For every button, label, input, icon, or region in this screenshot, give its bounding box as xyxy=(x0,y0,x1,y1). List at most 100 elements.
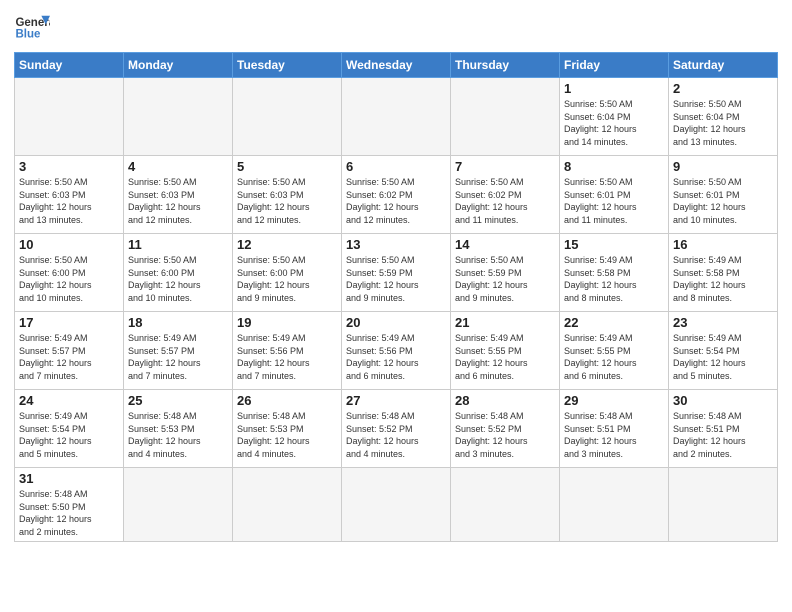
day-number: 13 xyxy=(346,237,446,252)
day-number: 24 xyxy=(19,393,119,408)
day-number: 25 xyxy=(128,393,228,408)
calendar-cell: 23 Sunrise: 5:49 AM Sunset: 5:54 PM Dayli… xyxy=(669,312,778,390)
day-info: Sunrise: 5:49 AM Sunset: 5:54 PM Dayligh… xyxy=(673,332,773,382)
calendar-cell xyxy=(451,78,560,156)
day-number: 9 xyxy=(673,159,773,174)
calendar-cell xyxy=(15,78,124,156)
generalblue-icon: General Blue xyxy=(14,10,50,46)
day-info: Sunrise: 5:50 AM Sunset: 6:01 PM Dayligh… xyxy=(673,176,773,226)
day-number: 16 xyxy=(673,237,773,252)
day-number: 15 xyxy=(564,237,664,252)
day-info: Sunrise: 5:49 AM Sunset: 5:55 PM Dayligh… xyxy=(564,332,664,382)
day-info: Sunrise: 5:50 AM Sunset: 6:03 PM Dayligh… xyxy=(237,176,337,226)
weekday-header-wednesday: Wednesday xyxy=(342,53,451,78)
calendar-cell xyxy=(233,78,342,156)
logo: General Blue xyxy=(14,10,50,46)
day-number: 23 xyxy=(673,315,773,330)
weekday-header-tuesday: Tuesday xyxy=(233,53,342,78)
calendar-week-row: 24 Sunrise: 5:49 AM Sunset: 5:54 PM Dayli… xyxy=(15,390,778,468)
day-number: 27 xyxy=(346,393,446,408)
calendar-cell xyxy=(560,468,669,542)
day-info: Sunrise: 5:48 AM Sunset: 5:53 PM Dayligh… xyxy=(128,410,228,460)
day-number: 14 xyxy=(455,237,555,252)
day-info: Sunrise: 5:50 AM Sunset: 5:59 PM Dayligh… xyxy=(455,254,555,304)
day-info: Sunrise: 5:48 AM Sunset: 5:52 PM Dayligh… xyxy=(346,410,446,460)
calendar-cell: 17Sunrise: 5:49 AM Sunset: 5:57 PM Dayli… xyxy=(15,312,124,390)
day-number: 19 xyxy=(237,315,337,330)
calendar-cell xyxy=(124,468,233,542)
weekday-header-row: SundayMondayTuesdayWednesdayThursdayFrid… xyxy=(15,53,778,78)
calendar-table: SundayMondayTuesdayWednesdayThursdayFrid… xyxy=(14,52,778,542)
calendar-week-row: 1 Sunrise: 5:50 AM Sunset: 6:04 PM Daylig… xyxy=(15,78,778,156)
day-number: 8 xyxy=(564,159,664,174)
calendar-cell xyxy=(342,78,451,156)
day-info: Sunrise: 5:48 AM Sunset: 5:52 PM Dayligh… xyxy=(455,410,555,460)
calendar-cell: 7Sunrise: 5:50 AM Sunset: 6:02 PM Daylig… xyxy=(451,156,560,234)
page: General Blue SundayMondayTuesdayWednesda… xyxy=(0,0,792,612)
calendar-cell: 8Sunrise: 5:50 AM Sunset: 6:01 PM Daylig… xyxy=(560,156,669,234)
day-info: Sunrise: 5:50 AM Sunset: 6:02 PM Dayligh… xyxy=(346,176,446,226)
day-info: Sunrise: 5:49 AM Sunset: 5:56 PM Dayligh… xyxy=(346,332,446,382)
day-info: Sunrise: 5:50 AM Sunset: 6:00 PM Dayligh… xyxy=(237,254,337,304)
day-info: Sunrise: 5:50 AM Sunset: 6:03 PM Dayligh… xyxy=(128,176,228,226)
calendar-cell: 28 Sunrise: 5:48 AM Sunset: 5:52 PM Dayli… xyxy=(451,390,560,468)
calendar-cell xyxy=(342,468,451,542)
calendar-cell: 2Sunrise: 5:50 AM Sunset: 6:04 PM Daylig… xyxy=(669,78,778,156)
day-number: 21 xyxy=(455,315,555,330)
day-number: 26 xyxy=(237,393,337,408)
calendar-cell: 15 Sunrise: 5:49 AM Sunset: 5:58 PM Dayli… xyxy=(560,234,669,312)
calendar-cell: 11 Sunrise: 5:50 AM Sunset: 6:00 PM Dayli… xyxy=(124,234,233,312)
day-info: Sunrise: 5:48 AM Sunset: 5:51 PM Dayligh… xyxy=(673,410,773,460)
day-number: 7 xyxy=(455,159,555,174)
day-info: Sunrise: 5:49 AM Sunset: 5:58 PM Dayligh… xyxy=(673,254,773,304)
weekday-header-thursday: Thursday xyxy=(451,53,560,78)
day-info: Sunrise: 5:49 AM Sunset: 5:55 PM Dayligh… xyxy=(455,332,555,382)
calendar-cell: 3Sunrise: 5:50 AM Sunset: 6:03 PM Daylig… xyxy=(15,156,124,234)
calendar-cell: 5 Sunrise: 5:50 AM Sunset: 6:03 PM Daylig… xyxy=(233,156,342,234)
day-info: Sunrise: 5:50 AM Sunset: 6:00 PM Dayligh… xyxy=(19,254,119,304)
calendar-cell: 26 Sunrise: 5:48 AM Sunset: 5:53 PM Dayli… xyxy=(233,390,342,468)
day-info: Sunrise: 5:50 AM Sunset: 5:59 PM Dayligh… xyxy=(346,254,446,304)
day-number: 28 xyxy=(455,393,555,408)
day-info: Sunrise: 5:49 AM Sunset: 5:57 PM Dayligh… xyxy=(128,332,228,382)
day-info: Sunrise: 5:48 AM Sunset: 5:53 PM Dayligh… xyxy=(237,410,337,460)
day-number: 6 xyxy=(346,159,446,174)
weekday-header-sunday: Sunday xyxy=(15,53,124,78)
calendar-cell xyxy=(451,468,560,542)
calendar-cell: 18Sunrise: 5:49 AM Sunset: 5:57 PM Dayli… xyxy=(124,312,233,390)
calendar-cell: 31Sunrise: 5:48 AM Sunset: 5:50 PM Dayli… xyxy=(15,468,124,542)
calendar-cell: 16 Sunrise: 5:49 AM Sunset: 5:58 PM Dayli… xyxy=(669,234,778,312)
calendar-week-row: 3Sunrise: 5:50 AM Sunset: 6:03 PM Daylig… xyxy=(15,156,778,234)
calendar-week-row: 31Sunrise: 5:48 AM Sunset: 5:50 PM Dayli… xyxy=(15,468,778,542)
calendar-cell: 13 Sunrise: 5:50 AM Sunset: 5:59 PM Dayli… xyxy=(342,234,451,312)
weekday-header-friday: Friday xyxy=(560,53,669,78)
calendar-cell: 19 Sunrise: 5:49 AM Sunset: 5:56 PM Dayli… xyxy=(233,312,342,390)
calendar-cell: 14 Sunrise: 5:50 AM Sunset: 5:59 PM Dayli… xyxy=(451,234,560,312)
day-number: 29 xyxy=(564,393,664,408)
header: General Blue xyxy=(14,10,778,46)
day-info: Sunrise: 5:49 AM Sunset: 5:57 PM Dayligh… xyxy=(19,332,119,382)
day-number: 12 xyxy=(237,237,337,252)
calendar-week-row: 17Sunrise: 5:49 AM Sunset: 5:57 PM Dayli… xyxy=(15,312,778,390)
calendar-cell: 20Sunrise: 5:49 AM Sunset: 5:56 PM Dayli… xyxy=(342,312,451,390)
day-info: Sunrise: 5:48 AM Sunset: 5:51 PM Dayligh… xyxy=(564,410,664,460)
calendar-cell: 27 Sunrise: 5:48 AM Sunset: 5:52 PM Dayli… xyxy=(342,390,451,468)
day-info: Sunrise: 5:49 AM Sunset: 5:56 PM Dayligh… xyxy=(237,332,337,382)
calendar-cell: 4 Sunrise: 5:50 AM Sunset: 6:03 PM Daylig… xyxy=(124,156,233,234)
calendar-cell: 24 Sunrise: 5:49 AM Sunset: 5:54 PM Dayli… xyxy=(15,390,124,468)
weekday-header-saturday: Saturday xyxy=(669,53,778,78)
day-info: Sunrise: 5:49 AM Sunset: 5:58 PM Dayligh… xyxy=(564,254,664,304)
calendar-cell: 22Sunrise: 5:49 AM Sunset: 5:55 PM Dayli… xyxy=(560,312,669,390)
calendar-cell: 6 Sunrise: 5:50 AM Sunset: 6:02 PM Daylig… xyxy=(342,156,451,234)
day-number: 11 xyxy=(128,237,228,252)
day-info: Sunrise: 5:50 AM Sunset: 6:00 PM Dayligh… xyxy=(128,254,228,304)
day-info: Sunrise: 5:50 AM Sunset: 6:04 PM Dayligh… xyxy=(564,98,664,148)
day-number: 2 xyxy=(673,81,773,96)
day-number: 31 xyxy=(19,471,119,486)
day-number: 1 xyxy=(564,81,664,96)
day-number: 4 xyxy=(128,159,228,174)
svg-text:Blue: Blue xyxy=(15,28,41,40)
day-number: 5 xyxy=(237,159,337,174)
day-info: Sunrise: 5:49 AM Sunset: 5:54 PM Dayligh… xyxy=(19,410,119,460)
calendar-cell xyxy=(124,78,233,156)
